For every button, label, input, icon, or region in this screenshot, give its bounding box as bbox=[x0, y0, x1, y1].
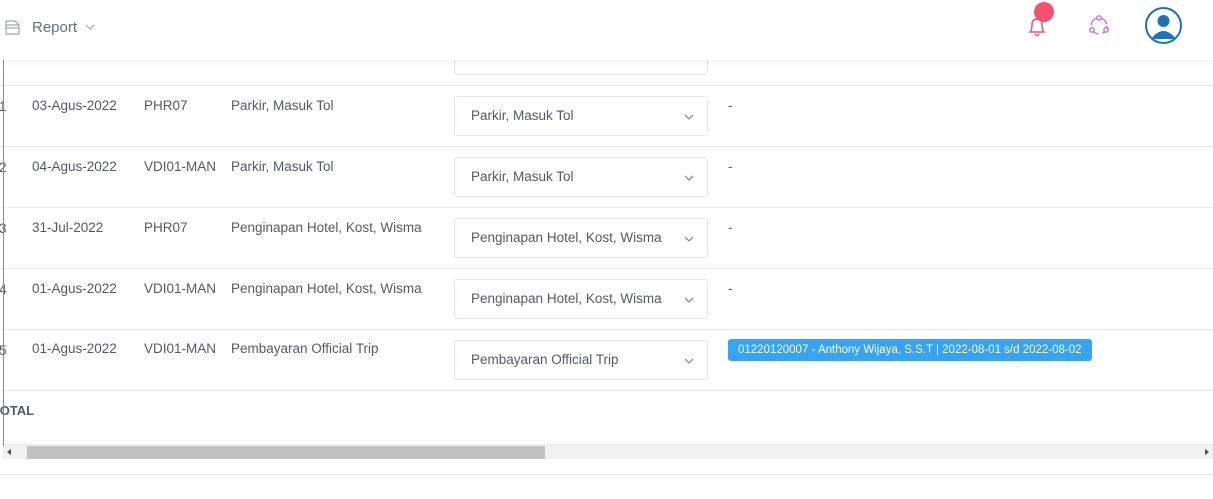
row-description: Penginapan Hotel, Kost, Wisma bbox=[231, 281, 422, 296]
report-menu-label: Report bbox=[32, 18, 78, 36]
user-avatar-icon[interactable] bbox=[1145, 7, 1182, 44]
document-icon bbox=[5, 20, 20, 35]
notification-dot bbox=[1034, 2, 1054, 22]
horizontal-scrollbar[interactable] bbox=[3, 444, 1213, 459]
row-code: VDI01-MAN bbox=[144, 281, 217, 296]
row-description: Parkir, Masuk Tol bbox=[231, 98, 334, 113]
category-select[interactable]: Parkir, Masuk Tol bbox=[454, 157, 708, 197]
row-note: - bbox=[728, 98, 733, 113]
category-select-value: Penginapan Hotel, Kost, Wisma bbox=[471, 291, 662, 306]
category-select[interactable]: Pembayaran Official Trip bbox=[454, 340, 708, 380]
row-code: PHR07 bbox=[144, 220, 188, 235]
row-date: 01-Agus-2022 bbox=[32, 281, 117, 296]
category-select-value: Parkir, Masuk Tol bbox=[471, 108, 574, 123]
expense-table: 1 03-Agus-2022 PHR07 Parkir, Masuk Tol P… bbox=[0, 60, 1213, 444]
left-border bbox=[3, 60, 4, 446]
chevron-down-icon bbox=[684, 114, 694, 120]
category-select-partial[interactable] bbox=[454, 60, 708, 75]
row-description: Parkir, Masuk Tol bbox=[231, 159, 334, 174]
category-select[interactable]: Penginapan Hotel, Kost, Wisma bbox=[454, 218, 708, 258]
row-date: 03-Agus-2022 bbox=[32, 98, 117, 113]
table-row: 5 01-Agus-2022 VDI01-MAN Pembayaran Offi… bbox=[0, 330, 1213, 391]
total-label: TOTAL bbox=[0, 403, 35, 418]
top-bar: Report bbox=[0, 0, 1213, 60]
category-select-value: Pembayaran Official Trip bbox=[471, 352, 619, 367]
share-icon[interactable] bbox=[1087, 14, 1111, 38]
table-row: 1 03-Agus-2022 PHR07 Parkir, Masuk Tol P… bbox=[0, 86, 1213, 147]
row-code: PHR07 bbox=[144, 98, 188, 113]
row-date: 31-Jul-2022 bbox=[32, 220, 104, 235]
scrollbar-thumb[interactable] bbox=[27, 446, 545, 459]
table-row-partial bbox=[0, 60, 1213, 86]
row-description: Pembayaran Official Trip bbox=[231, 341, 379, 356]
row-note: - bbox=[728, 159, 733, 174]
row-date: 01-Agus-2022 bbox=[32, 341, 117, 356]
chevron-down-icon bbox=[684, 358, 694, 364]
category-select-value: Penginapan Hotel, Kost, Wisma bbox=[471, 230, 662, 245]
row-date: 04-Agus-2022 bbox=[32, 159, 117, 174]
scroll-left-arrow-icon[interactable] bbox=[5, 447, 15, 457]
row-code: VDI01-MAN bbox=[144, 341, 217, 356]
chevron-down-icon bbox=[684, 175, 694, 181]
official-trip-badge[interactable]: 01220120007 - Anthony Wijaya, S.S.T | 20… bbox=[728, 339, 1092, 361]
chevron-down-icon bbox=[85, 24, 95, 30]
row-description: Penginapan Hotel, Kost, Wisma bbox=[231, 220, 422, 235]
scroll-right-arrow-icon[interactable] bbox=[1201, 447, 1211, 457]
category-select[interactable]: Penginapan Hotel, Kost, Wisma bbox=[454, 279, 708, 319]
chevron-down-icon bbox=[684, 297, 694, 303]
row-code: VDI01-MAN bbox=[144, 159, 217, 174]
category-select-value: Parkir, Masuk Tol bbox=[471, 169, 574, 184]
row-note: - bbox=[728, 281, 733, 296]
table-row: 3 31-Jul-2022 PHR07 Penginapan Hotel, Ko… bbox=[0, 208, 1213, 269]
report-menu[interactable]: Report bbox=[4, 16, 95, 38]
user-silhouette-icon bbox=[1151, 15, 1176, 39]
table-row: 2 04-Agus-2022 VDI01-MAN Parkir, Masuk T… bbox=[0, 147, 1213, 208]
row-note: - bbox=[728, 220, 733, 235]
category-select[interactable]: Parkir, Masuk Tol bbox=[454, 96, 708, 136]
divider bbox=[0, 474, 1213, 475]
chevron-down-icon bbox=[684, 236, 694, 242]
table-row: 4 01-Agus-2022 VDI01-MAN Penginapan Hote… bbox=[0, 269, 1213, 330]
